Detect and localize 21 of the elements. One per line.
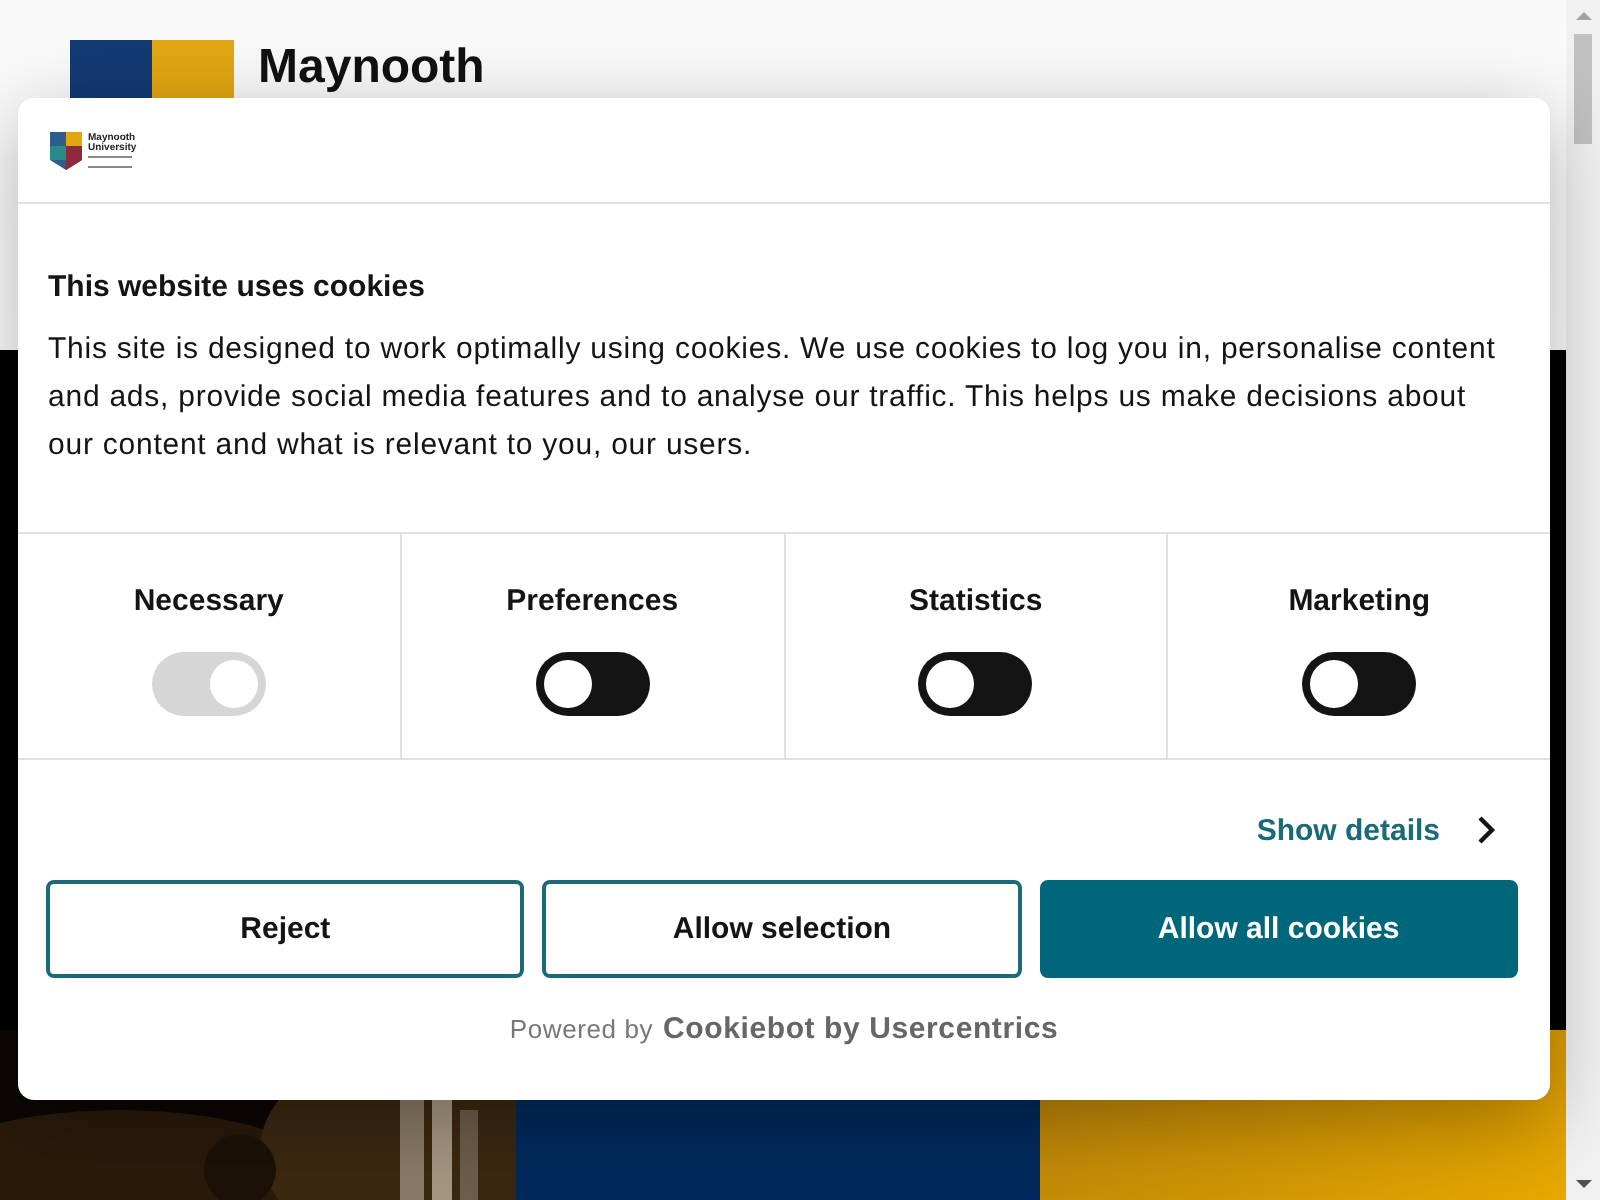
toggle-switch[interactable] [918, 652, 1033, 716]
scrollbar-thumb[interactable] [1574, 34, 1592, 144]
category-label: Statistics [909, 584, 1043, 618]
dialog-description: This site is designed to work optimally using cookies. We use cookies to log you in, personalise content and ads, provide social media features and to analyse our traffic. This helps us make decisions about our content and what is relevant to you, our users. [48, 330, 1498, 466]
toggle-switch[interactable] [535, 652, 650, 716]
dialog-title: This website uses cookies [48, 270, 427, 304]
toggle-switch[interactable] [1302, 652, 1417, 716]
logo-subtitle-lines [88, 155, 132, 167]
consent-button[interactable]: Allow selection [542, 880, 1022, 978]
cookiebot-link[interactable]: Cookiebot by Usercentrics [663, 1012, 1059, 1046]
shield-icon [50, 131, 82, 169]
site-wordmark: Maynooth [258, 40, 485, 94]
category-label: Marketing [1288, 584, 1431, 618]
category-label: Necessary [133, 584, 284, 618]
category-label: Preferences [506, 584, 679, 618]
allow-all-button[interactable]: Allow all cookies [1039, 880, 1518, 978]
show-details-link[interactable]: Show details [1256, 813, 1440, 847]
consent-button[interactable]: Reject [46, 880, 525, 978]
chevron-right-icon[interactable] [1476, 814, 1496, 846]
powered-by-text: Powered by [509, 1014, 654, 1044]
scroll-down-icon[interactable] [1575, 1180, 1591, 1188]
